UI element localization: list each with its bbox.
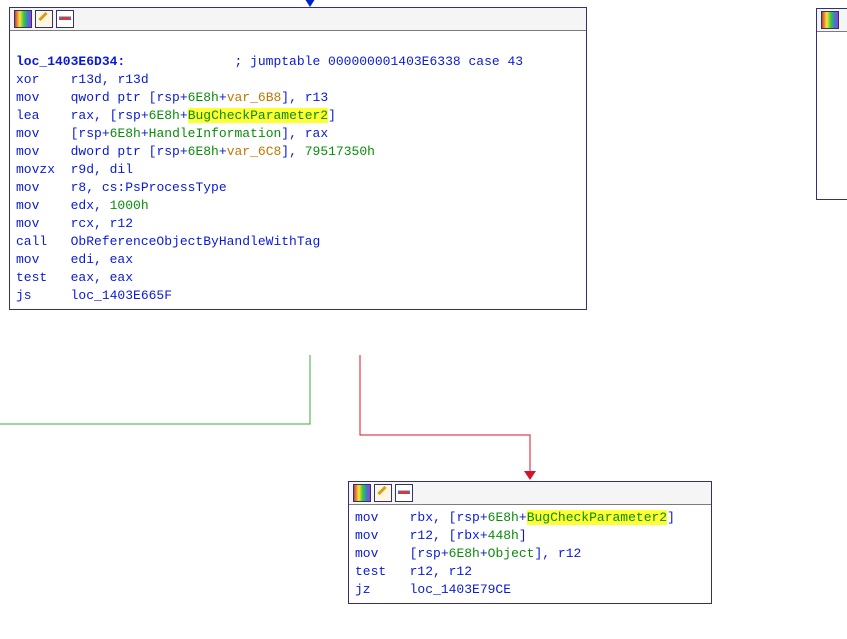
edit-toolbar-icon[interactable] bbox=[35, 10, 53, 28]
asm-line[interactable]: mov [rsp+6E8h+Object], r12 bbox=[355, 545, 705, 563]
asm-line[interactable]: mov [rsp+6E8h+HandleInformation], rax bbox=[16, 125, 580, 143]
node-body: loc_1403E6D34: ; jumptable 000000001403E… bbox=[10, 31, 586, 309]
incoming-arrow-icon bbox=[303, 0, 317, 7]
asm-line[interactable]: mov rcx, r12 bbox=[16, 215, 580, 233]
graph-node-sub[interactable]: mov rbx, [rsp+6E8h+BugCheckParameter2]mo… bbox=[348, 481, 712, 604]
asm-line[interactable]: call ObReferenceObjectByHandleWithTag bbox=[16, 233, 580, 251]
edit-toolbar-icon[interactable] bbox=[374, 484, 392, 502]
asm-line[interactable]: lea rax, [rsp+6E8h+BugCheckParameter2] bbox=[16, 107, 580, 125]
node-toolbar bbox=[10, 8, 586, 31]
asm-line[interactable]: mov dword ptr [rsp+6E8h+var_6C8], 795173… bbox=[16, 143, 580, 161]
graph-node-right-partial[interactable] bbox=[816, 8, 847, 200]
asm-line[interactable]: mov edi, eax bbox=[16, 251, 580, 269]
asm-line[interactable]: js loc_1403E665F bbox=[16, 287, 580, 305]
asm-line[interactable]: test eax, eax bbox=[16, 269, 580, 287]
block-label-line: loc_1403E6D34: ; jumptable 000000001403E… bbox=[16, 53, 580, 71]
asm-line[interactable]: mov rbx, [rsp+6E8h+BugCheckParameter2] bbox=[355, 509, 705, 527]
asm-line[interactable]: movzx r9d, dil bbox=[16, 161, 580, 179]
chart-toolbar-icon[interactable] bbox=[395, 484, 413, 502]
asm-line[interactable]: mov r12, [rbx+448h] bbox=[355, 527, 705, 545]
color-toolbar-icon[interactable] bbox=[821, 11, 839, 29]
node-toolbar bbox=[817, 9, 847, 32]
color-toolbar-icon[interactable] bbox=[14, 10, 32, 28]
true-edge-arrow-icon bbox=[524, 471, 536, 480]
asm-line[interactable]: mov edx, 1000h bbox=[16, 197, 580, 215]
asm-line[interactable]: mov qword ptr [rsp+6E8h+var_6B8], r13 bbox=[16, 89, 580, 107]
asm-line[interactable]: jz loc_1403E79CE bbox=[355, 581, 705, 599]
asm-line[interactable]: xor r13d, r13d bbox=[16, 71, 580, 89]
asm-line[interactable]: mov r8, cs:PsProcessType bbox=[16, 179, 580, 197]
color-toolbar-icon[interactable] bbox=[353, 484, 371, 502]
node-toolbar bbox=[349, 482, 711, 505]
chart-toolbar-icon[interactable] bbox=[56, 10, 74, 28]
graph-node-main[interactable]: loc_1403E6D34: ; jumptable 000000001403E… bbox=[9, 7, 587, 310]
node-body: mov rbx, [rsp+6E8h+BugCheckParameter2]mo… bbox=[349, 505, 711, 603]
asm-line[interactable]: test r12, r12 bbox=[355, 563, 705, 581]
